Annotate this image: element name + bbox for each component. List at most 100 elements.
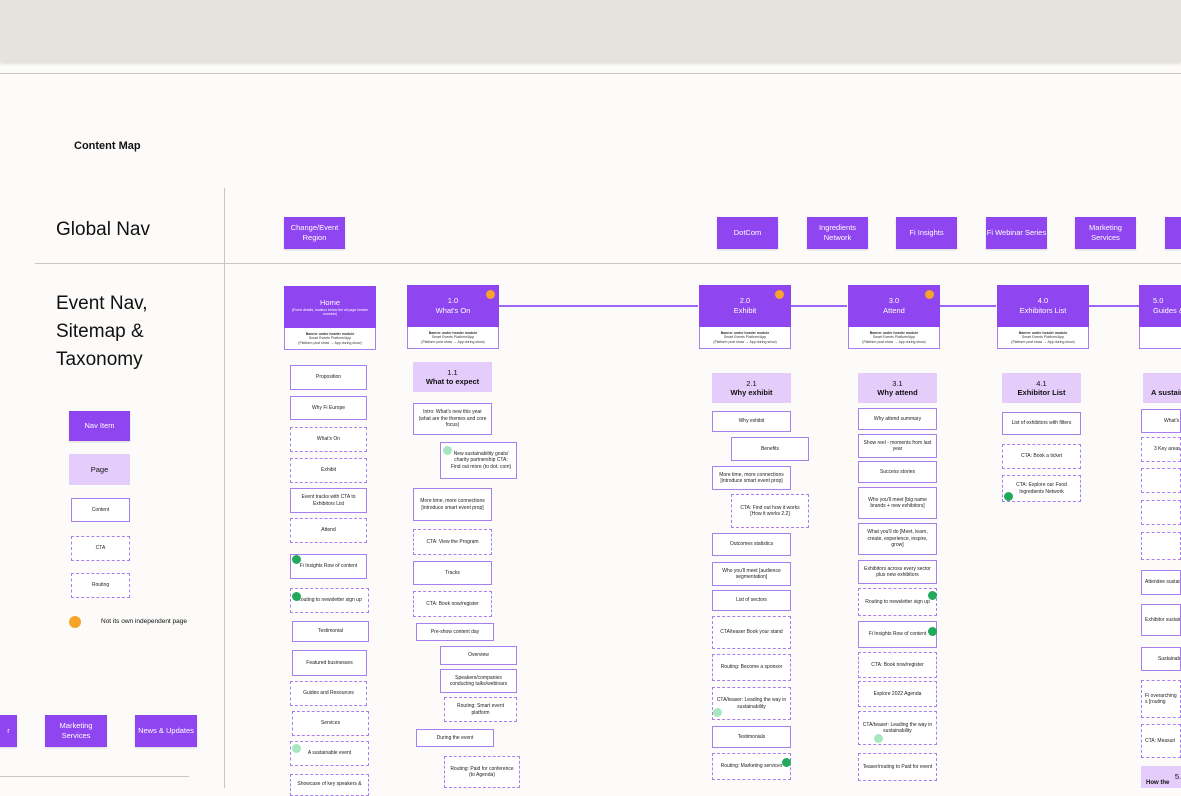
cta-block[interactable]: CTA: Measuri [1141,724,1181,758]
cta-block[interactable]: 3 Key areas [1141,437,1181,462]
content-block[interactable]: Sustainab [1141,647,1181,671]
content-block[interactable]: Fi Insights Row of content [290,554,367,579]
nav-number: 2.0 [739,296,751,305]
nav-item-fi-webinar-series[interactable]: Fi Webinar Series [986,217,1047,249]
content-block[interactable]: Proposition [290,365,367,390]
content-block[interactable]: Why Fi Europe [290,396,367,420]
content-block[interactable]: Outcomes statistics [712,533,791,556]
content-block[interactable]: Event tracks with CTA to Exhibitors List [290,488,367,513]
content-block[interactable]: Overview [440,646,517,665]
nav-exhibitors-list[interactable]: 4.0 Exhibitors List Banner under header … [997,285,1089,349]
nav-home[interactable]: Home (Event details, location below the … [284,286,376,350]
cta-block[interactable]: CTA/teaser: Leading the way in sustainab… [858,711,937,745]
cta-block[interactable]: CTA: Book now/register [413,591,492,617]
cta-block[interactable] [1141,500,1181,525]
light-green-marker-icon [713,708,722,717]
page-what-to-expect[interactable]: 1.1 What to expect [413,362,492,392]
nav-guides[interactable]: 5.0 Guides & [1139,285,1181,349]
content-block[interactable]: Attendee sustain [1141,570,1181,595]
cta-block[interactable]: Fi overarching s [routing [1141,680,1181,718]
cta-block[interactable]: Routing to newsletter sign up [858,588,937,616]
content-block[interactable]: Testimonials [712,726,791,748]
nav-banner: Banner under header module Smart Events … [848,327,940,349]
cta-block[interactable]: A sustainable event [290,741,369,766]
nav-item-dotcom[interactable]: DotCom [717,217,778,249]
nav-title: Guides & [1153,306,1181,315]
nav-item-partial[interactable] [1165,217,1181,249]
cta-block[interactable]: Showcase of key speakers & [290,774,369,796]
content-block[interactable]: More time, more connections [introduce s… [712,466,791,490]
content-block[interactable]: During the event [416,729,494,747]
not-own-page-icon [775,290,784,299]
content-block[interactable]: Why attend summary [858,408,937,430]
content-block[interactable]: What you'll do [Meet, learn, create, exp… [858,523,937,555]
cta-block[interactable]: CTA: View the Program [413,529,492,555]
page-why-exhibit[interactable]: 2.1 Why exhibit [712,373,791,403]
page-number: 3.1 [892,379,903,388]
content-block[interactable]: Show reel - moments from last year [858,434,937,458]
nav-item-marketing-services[interactable]: Marketing Services [45,715,107,747]
nav-item-partial[interactable]: r [0,715,17,747]
nav-item-change-event-region[interactable]: Change/Event Region [284,217,345,249]
page-exhibitor-list[interactable]: 4.1 Exhibitor List [1002,373,1081,403]
green-marker-icon [928,591,937,600]
divider [0,73,1181,74]
content-block[interactable]: Testimonial [292,621,369,642]
cta-block[interactable]: Routing: Smart event platform [444,697,517,722]
page-why-attend[interactable]: 3.1 Why attend [858,373,937,403]
content-block[interactable]: Pre-show content day [416,623,494,641]
content-block[interactable]: Success stories [858,461,937,483]
nav-number: 5.0 [1153,296,1164,305]
cta-block[interactable]: CTA: Explore our Food Ingredients Networ… [1002,475,1081,502]
cta-block[interactable]: Explore 2022 Agenda [858,681,937,707]
content-block[interactable]: Exhibitors across every sector plus new … [858,560,937,584]
cta-block[interactable]: Exhibit [290,458,367,483]
content-block[interactable]: More time, more connections [introduce s… [413,488,492,521]
nav-item-fi-insights[interactable]: Fi Insights [896,217,957,249]
page-title-label: What to expect [425,377,480,386]
cta-block[interactable]: Services [292,711,369,736]
cta-block[interactable]: What's On [290,427,367,452]
nav-item-ingredients-network[interactable]: Ingredients Network [807,217,868,249]
light-green-marker-icon [874,734,883,743]
cta-block[interactable]: CTA/teaser Book your stand [712,616,791,649]
cta-block[interactable]: CTA: Book a ticket [1002,444,1081,469]
not-own-page-icon [486,290,495,299]
cta-block[interactable]: CTA: Book now/register [858,652,937,678]
nav-connector [1088,305,1139,307]
nav-number: 4.0 [1037,296,1049,305]
content-block[interactable]: List of sectors [712,590,791,611]
cta-block[interactable]: CTA/teaser: Leading the way in sustainab… [712,687,791,720]
content-block[interactable]: Who you'll meet [audience segmentation] [712,562,791,586]
nav-title: Exhibit [733,306,757,315]
cta-block[interactable]: Routing: Become a sponsor [712,654,791,681]
content-block[interactable]: Featured businesses [292,650,367,676]
content-block[interactable]: Speakers/companies conducting talks/webi… [440,669,517,693]
content-block[interactable]: What's n [1141,409,1181,433]
cta-block[interactable]: CTA: Find out how it works [How it works… [731,494,809,528]
cta-block[interactable]: Guides and Resources [290,681,367,706]
cta-block[interactable]: Routing: Paid for conference (to Agenda) [444,756,520,788]
content-block[interactable]: Why exhibit [712,411,791,432]
cta-block[interactable] [1141,532,1181,560]
cta-block[interactable]: Routing to newsletter sign up [290,588,369,613]
cta-block[interactable]: Routing: Marketing services [712,753,791,780]
nav-item-marketing-services[interactable]: Marketing Services [1075,217,1136,249]
content-block[interactable]: Intro: What's new this year (what are th… [413,403,492,435]
green-marker-icon [292,592,301,601]
content-block[interactable]: Fi Insights Row of content [858,621,937,648]
content-block[interactable]: Benefits [731,437,809,461]
nav-home-header: Home (Event details, location below the … [284,286,376,328]
nav-banner [1139,327,1181,349]
content-block[interactable]: List of exhibitors with filters [1002,412,1081,435]
cta-block[interactable] [1141,468,1181,493]
cta-block[interactable]: Teaser/routing to Paid for event [858,753,937,781]
cta-block[interactable]: Attend [290,518,367,543]
page-title: Content Map [74,140,141,152]
content-block[interactable]: Exhibitor sustain [1141,604,1181,636]
page-sustainable[interactable]: 5 A sustaina [1143,373,1181,403]
content-block[interactable]: Who you'll meet [big name brands + new e… [858,487,937,519]
nav-whats-on-header: 1.0 What's On [407,285,499,327]
nav-item-news-updates[interactable]: News & Updates [135,715,197,747]
content-block[interactable]: Tracks [413,561,492,585]
